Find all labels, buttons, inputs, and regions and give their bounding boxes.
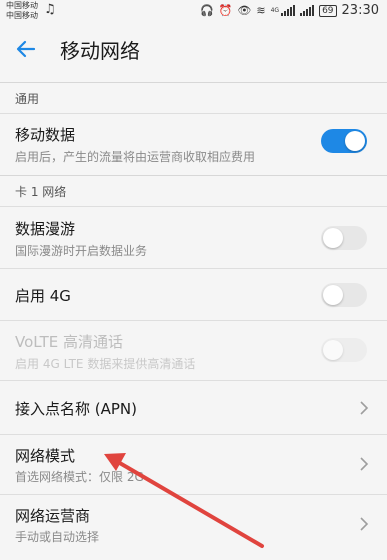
carrier-1: 中国移动 <box>6 1 38 10</box>
alarm-icon: ⏰ <box>218 4 233 17</box>
network-operator-row[interactable]: 网络运营商 手动或自动选择 <box>0 494 387 560</box>
wifi-icon: ≋ <box>256 4 266 17</box>
toggle-knob <box>323 228 343 248</box>
data-roaming-toggle[interactable] <box>321 226 367 250</box>
data-roaming-row[interactable]: 数据漫游 国际漫游时开启数据业务 <box>0 206 387 268</box>
battery-icon: 69 <box>319 4 337 17</box>
music-note-icon: ♫ <box>44 2 56 17</box>
section-general-label: 通用 <box>15 92 40 106</box>
toggle-knob <box>323 285 343 305</box>
mobile-data-label: 移动数据 <box>15 126 76 144</box>
clock: 23:30 <box>341 3 379 18</box>
enable-4g-toggle[interactable] <box>321 283 367 307</box>
mobile-data-toggle[interactable] <box>321 129 367 153</box>
eye-icon: 👁 <box>237 4 252 17</box>
apn-label: 接入点名称 (APN) <box>15 400 138 418</box>
chevron-right-icon <box>360 401 369 415</box>
apn-row[interactable]: 接入点名称 (APN) <box>0 380 387 434</box>
back-arrow-icon <box>16 40 36 58</box>
data-roaming-desc: 国际漫游时开启数据业务 <box>15 244 148 258</box>
enable-4g-row[interactable]: 启用 4G <box>0 268 387 320</box>
network-mode-label: 网络模式 <box>15 447 76 465</box>
network-mode-row[interactable]: 网络模式 首选网络模式：仅限 2G <box>0 434 387 494</box>
mobile-data-desc: 启用后，产生的流量将由运营商收取相应费用 <box>15 150 256 164</box>
back-button[interactable] <box>4 27 48 71</box>
network-operator-desc: 手动或自动选择 <box>15 530 100 544</box>
signal-icon-2 <box>300 5 315 16</box>
chevron-right-icon <box>360 517 369 531</box>
signal-icon <box>281 5 296 16</box>
section-general: 通用 <box>0 82 387 114</box>
section-sim1-label: 卡 1 网络 <box>15 185 67 199</box>
section-sim1: 卡 1 网络 <box>0 175 387 207</box>
chevron-right-icon <box>360 457 369 471</box>
volte-label: VoLTE 高清通话 <box>15 333 123 351</box>
volte-row: VoLTE 高清通话 启用 4G LTE 数据来提供高清通话 <box>0 320 387 380</box>
status-icons: 🎧 ⏰ 👁 ≋ 4G 69 23:30 <box>200 3 379 18</box>
app-bar: 移动网络 <box>0 24 387 74</box>
carrier-2: 中国移动 <box>6 11 38 20</box>
status-bar: 中国移动 中国移动 ♫ 🎧 ⏰ 👁 ≋ 4G 69 23:30 <box>0 0 387 24</box>
mobile-data-row[interactable]: 移动数据 启用后，产生的流量将由运营商收取相应费用 <box>0 113 387 175</box>
network-operator-label: 网络运营商 <box>15 507 91 525</box>
page-title: 移动网络 <box>60 38 140 63</box>
carrier-labels: 中国移动 中国移动 <box>6 1 38 21</box>
network-type-label: 4G <box>270 7 280 14</box>
headphones-icon: 🎧 <box>200 4 214 17</box>
network-mode-desc: 首选网络模式：仅限 2G <box>15 470 144 484</box>
volte-desc: 启用 4G LTE 数据来提供高清通话 <box>15 357 196 371</box>
volte-toggle <box>321 338 367 362</box>
toggle-knob <box>323 340 343 360</box>
toggle-knob <box>345 131 365 151</box>
enable-4g-label: 启用 4G <box>15 287 71 305</box>
data-roaming-label: 数据漫游 <box>15 220 76 238</box>
